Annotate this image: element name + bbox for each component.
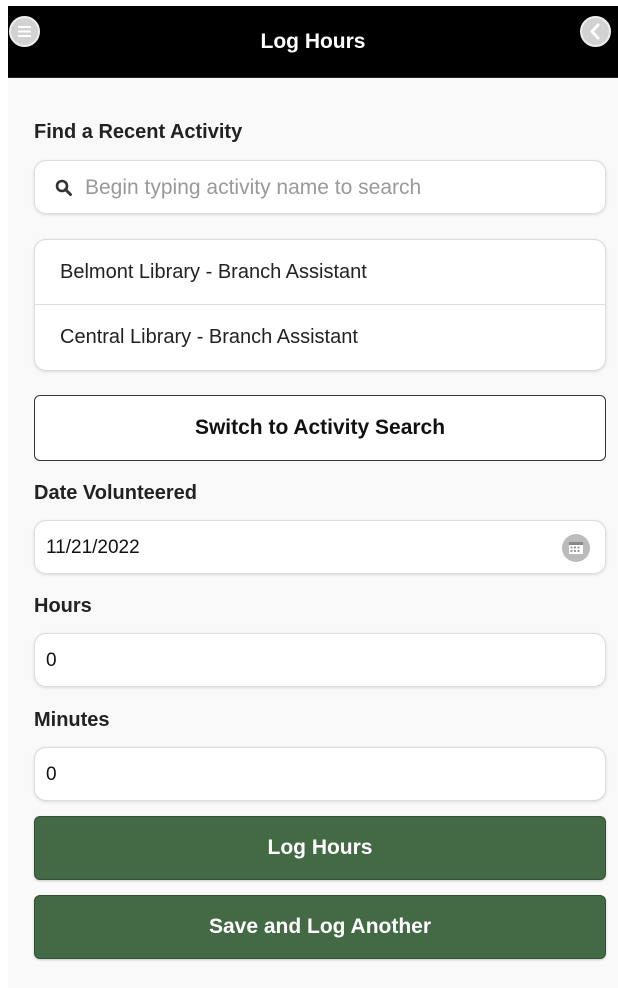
recent-activity-list: Belmont Library - Branch Assistant Centr… xyxy=(34,239,606,371)
search-placeholder: Begin typing activity name to search xyxy=(85,176,422,199)
date-volunteered-field[interactable]: 11/21/2022 xyxy=(34,520,606,574)
header-bar: Log Hours xyxy=(8,6,618,78)
list-item[interactable]: Belmont Library - Branch Assistant xyxy=(35,240,605,305)
app-frame: Log Hours Find a Recent Activity Begin t… xyxy=(8,6,618,988)
hours-label: Hours xyxy=(34,595,92,617)
activity-search-input[interactable]: Begin typing activity name to search xyxy=(34,160,606,214)
back-chevron-icon xyxy=(590,23,600,40)
recent-activity-label: Find a Recent Activity xyxy=(34,121,243,143)
minutes-label: Minutes xyxy=(34,709,110,731)
minutes-input[interactable]: 0 xyxy=(34,747,606,801)
save-and-log-another-button[interactable]: Save and Log Another xyxy=(34,895,606,959)
hours-input[interactable]: 0 xyxy=(34,633,606,687)
search-icon xyxy=(55,179,72,196)
log-hours-button[interactable]: Log Hours xyxy=(34,816,606,880)
hours-value: 0 xyxy=(46,650,57,671)
calendar-icon[interactable] xyxy=(561,533,591,563)
page-title: Log Hours xyxy=(260,30,366,53)
list-item[interactable]: Central Library - Branch Assistant xyxy=(35,305,605,370)
switch-to-activity-search-button[interactable]: Switch to Activity Search xyxy=(34,395,606,461)
date-value: 11/21/2022 xyxy=(46,537,140,558)
back-button[interactable] xyxy=(580,16,611,47)
date-volunteered-label: Date Volunteered xyxy=(34,482,197,504)
minutes-value: 0 xyxy=(46,764,57,785)
